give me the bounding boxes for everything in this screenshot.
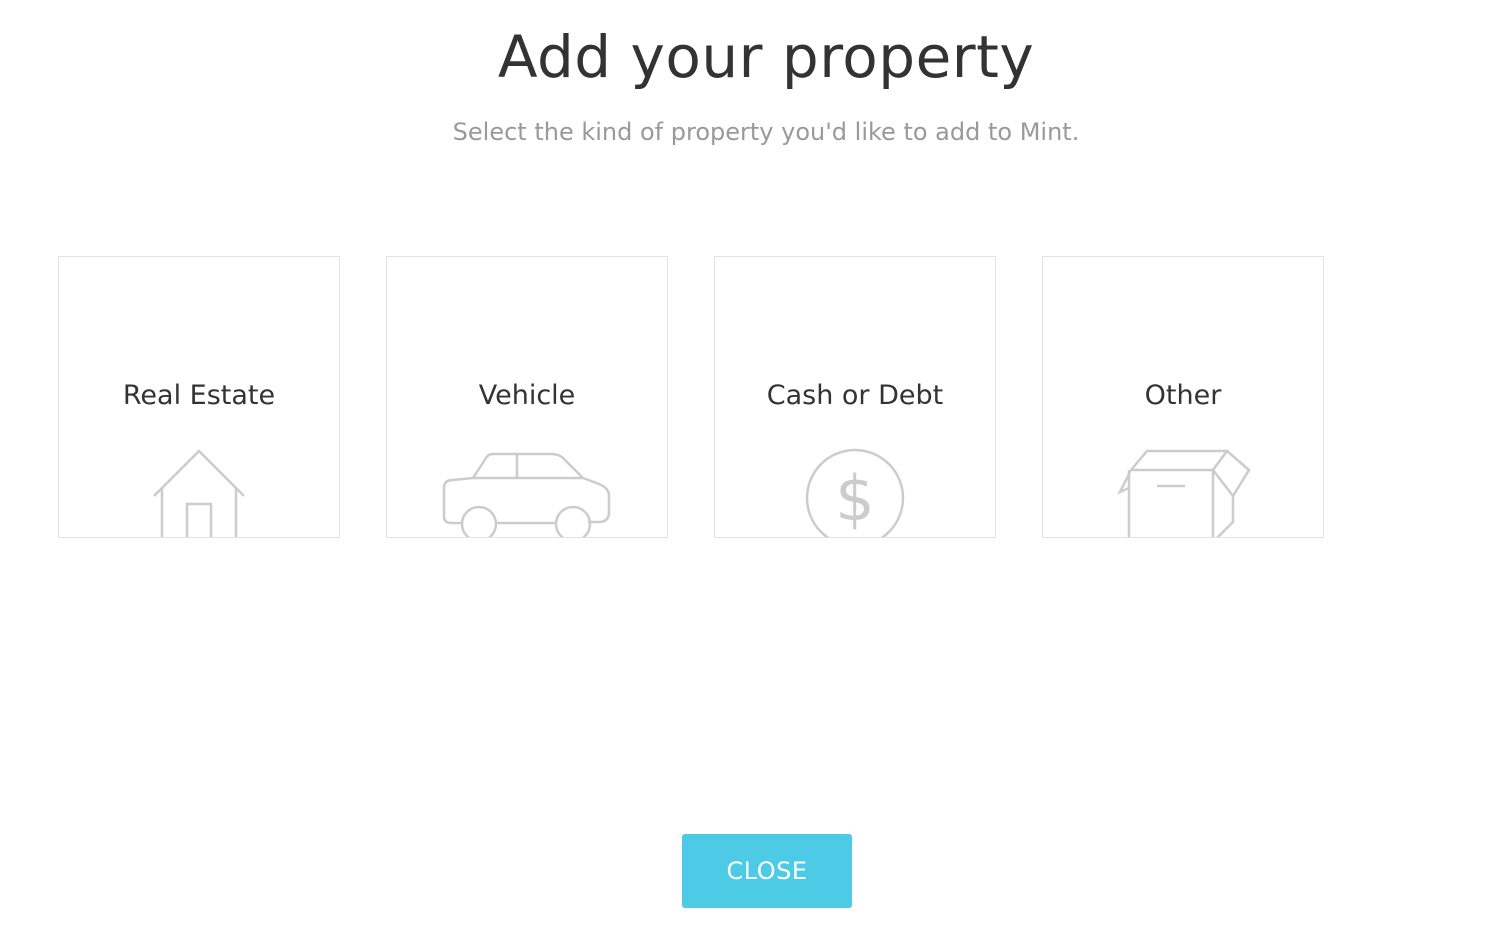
real-estate-card[interactable]: Real Estate (58, 256, 340, 538)
dollar-coin-icon: $ (715, 448, 995, 537)
cash-or-debt-card[interactable]: Cash or Debt $ (714, 256, 996, 538)
card-label-vehicle: Vehicle (478, 380, 576, 411)
close-button[interactable]: CLOSE (682, 834, 852, 908)
card-label-real-estate: Real Estate (122, 380, 276, 411)
page-subtitle: Select the kind of property you'd like t… (452, 118, 1080, 146)
card-label-cash-or-debt: Cash or Debt (766, 380, 944, 411)
card-label-other: Other (1144, 380, 1222, 411)
page-title: Add your property (497, 23, 1035, 91)
car-icon (387, 448, 667, 537)
svg-text:$: $ (835, 462, 874, 535)
house-icon (59, 448, 339, 537)
box-icon (1043, 448, 1323, 537)
other-card[interactable]: Other (1042, 256, 1324, 538)
vehicle-card[interactable]: Vehicle (386, 256, 668, 538)
